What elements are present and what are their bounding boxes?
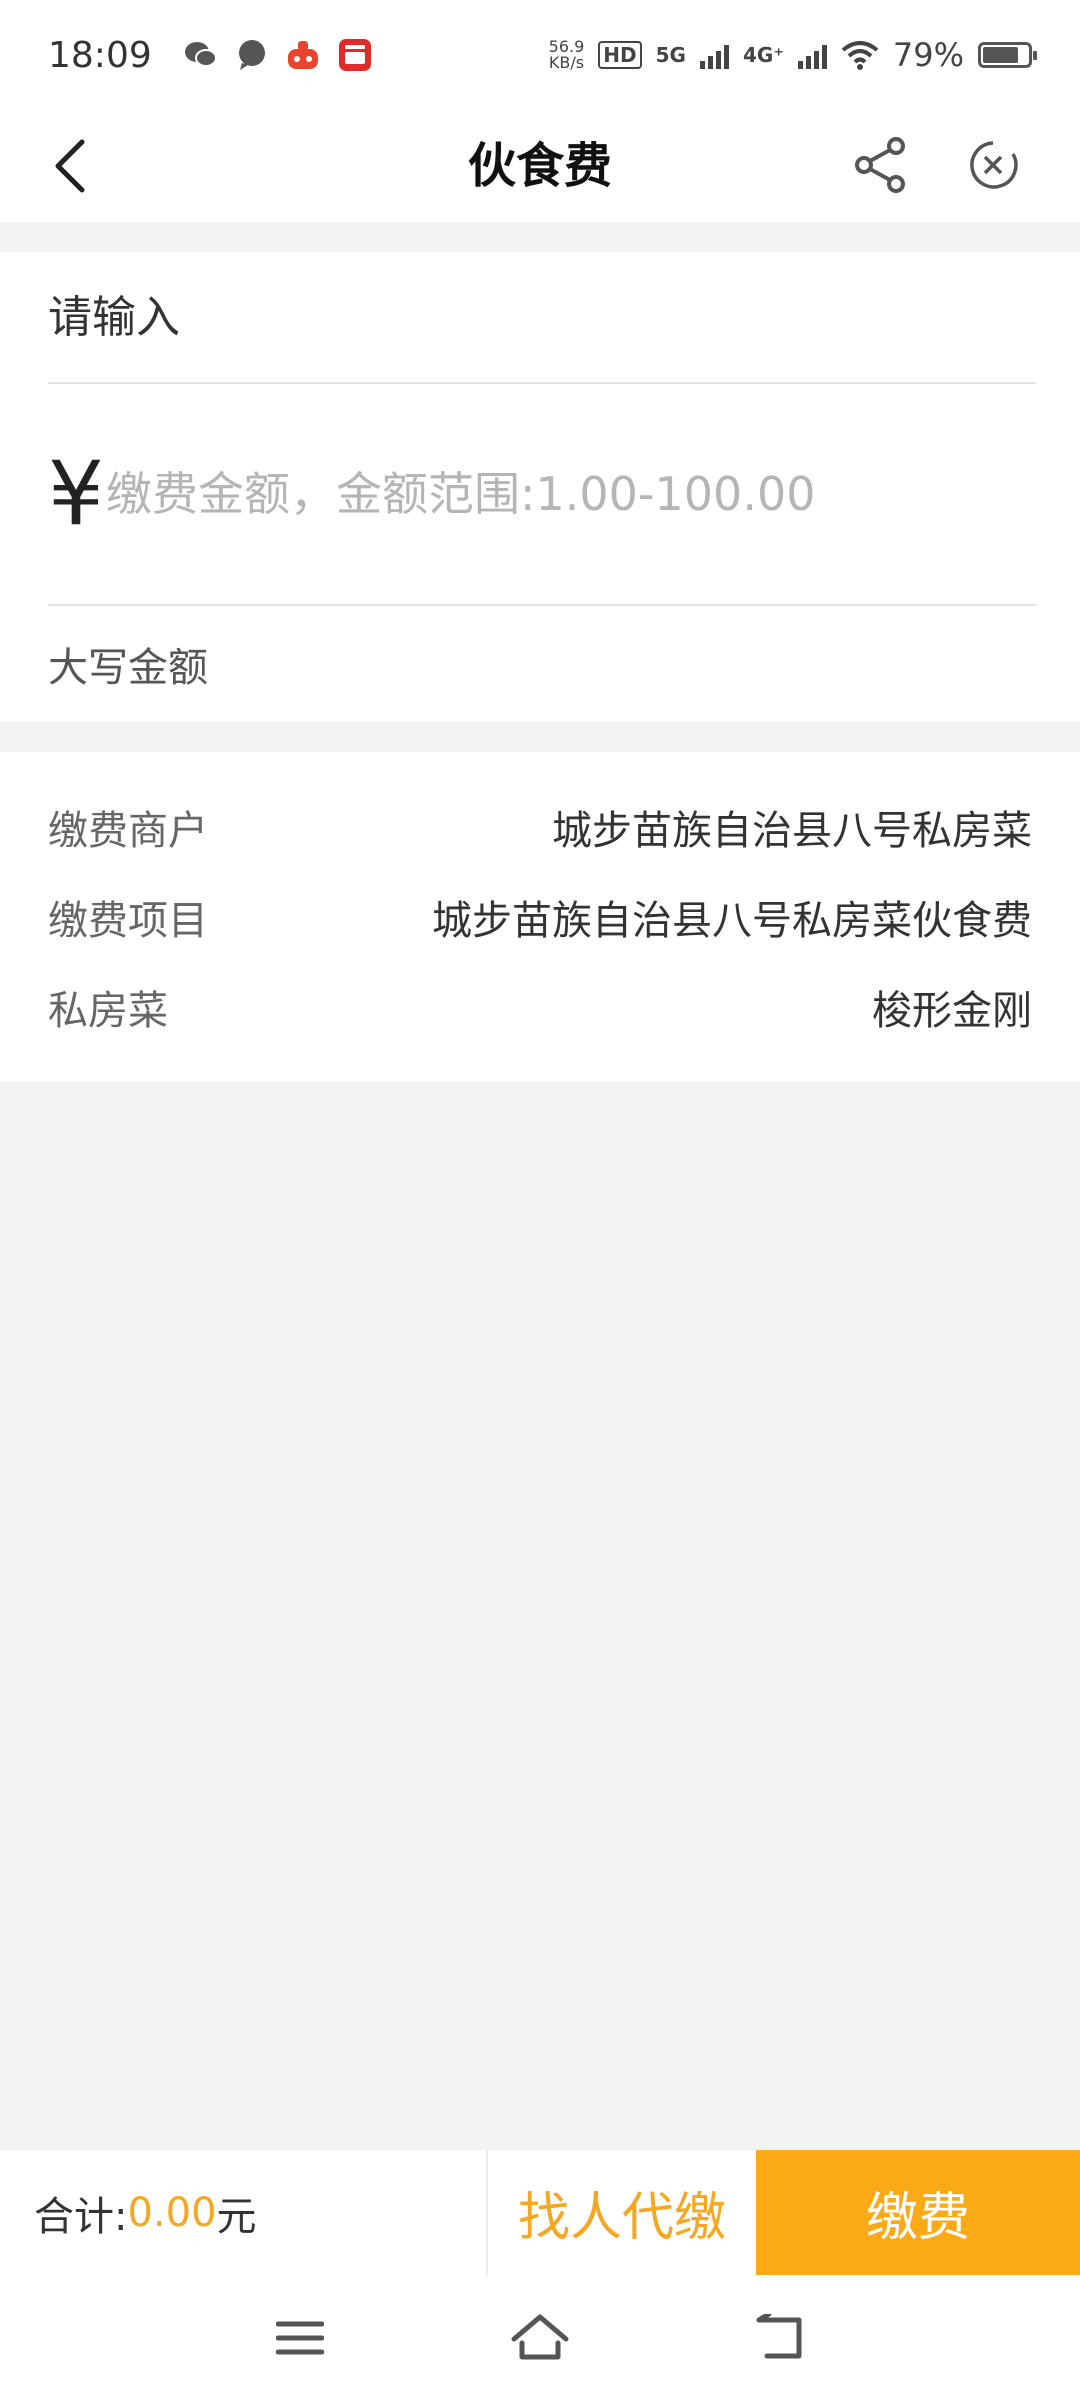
nav-bar: 伙食费 (0, 110, 1080, 222)
info-value: 城步苗族自治县八号私房菜伙食费 (432, 898, 1032, 944)
red-app-icon (338, 39, 371, 71)
back-button[interactable] (40, 132, 100, 200)
status-bar-right: 56.9 KB/s HD 5G 4G⁺ 79% (548, 36, 1037, 74)
system-nav-bar (0, 2275, 1080, 2400)
info-row-merchant: 缴费商户 城步苗族自治县八号私房菜 (48, 782, 1032, 872)
status-bar-left: 18:09 (48, 35, 372, 76)
menu-button[interactable] (265, 2303, 335, 2373)
close-circle-icon (970, 141, 1018, 189)
game-app-icon (287, 41, 318, 69)
menu-icon (276, 2321, 324, 2355)
network-4g-label: 4G⁺ (742, 43, 784, 67)
status-time: 18:09 (48, 34, 152, 76)
info-value: 城步苗族自治县八号私房菜 (552, 808, 1032, 854)
wechat-icon (184, 42, 217, 67)
total-unit: 元 (216, 2193, 257, 2240)
status-bar: 18:09 56.9 KB/s HD 5G 4G⁺ 79% (0, 0, 1080, 110)
payment-form-card: ¥ 大写金额 (0, 252, 1080, 722)
share-icon (855, 137, 905, 193)
info-label: 缴费商户 (48, 808, 208, 854)
page-title: 伙食费 (467, 138, 612, 194)
network-speed: 56.9 KB/s (548, 37, 585, 72)
info-row-item: 缴费项目 城步苗族自治县八号私房菜伙食费 (48, 872, 1032, 962)
signal-4g-icon (797, 41, 827, 69)
signal-5g-icon (699, 41, 729, 69)
battery-icon (978, 42, 1037, 68)
remark-input[interactable] (48, 291, 1036, 343)
total-label: 合计: (34, 2193, 128, 2240)
home-button[interactable] (505, 2303, 575, 2373)
info-label: 缴费项目 (48, 898, 208, 944)
close-button[interactable] (958, 130, 1028, 200)
payment-info-card: 缴费商户 城步苗族自治县八号私房菜 缴费项目 城步苗族自治县八号私房菜伙食费 私… (0, 752, 1080, 1082)
wifi-icon (841, 41, 879, 70)
input-row (48, 252, 1036, 384)
info-row-dish: 私房菜 梭形金刚 (48, 962, 1032, 1052)
back-arrow-icon (55, 139, 85, 193)
amount-row: ¥ (48, 384, 1036, 606)
return-icon (756, 2314, 802, 2359)
amount-input[interactable] (106, 467, 1036, 521)
back-nav-button[interactable] (745, 2303, 815, 2373)
proxy-pay-button[interactable]: 找人代缴 (488, 2150, 756, 2275)
network-5g-label: 5G (655, 43, 686, 67)
battery-percent: 79% (892, 36, 964, 74)
currency-symbol: ¥ (48, 442, 104, 545)
message-bubble-icon (238, 40, 265, 70)
capital-amount-label: 大写金额 (48, 645, 208, 691)
total-amount: 合计: 0.00 元 (34, 2150, 257, 2275)
info-value: 梭形金刚 (872, 988, 1032, 1034)
bottom-action-bar: 合计: 0.00 元 找人代缴 缴费 (0, 2150, 1080, 2275)
info-label: 私房菜 (48, 988, 168, 1034)
total-value: 0.00 (127, 2189, 217, 2236)
hd-badge: HD (598, 41, 642, 69)
home-icon (511, 2314, 569, 2360)
pay-button[interactable]: 缴费 (756, 2150, 1080, 2275)
share-button[interactable] (846, 130, 916, 200)
